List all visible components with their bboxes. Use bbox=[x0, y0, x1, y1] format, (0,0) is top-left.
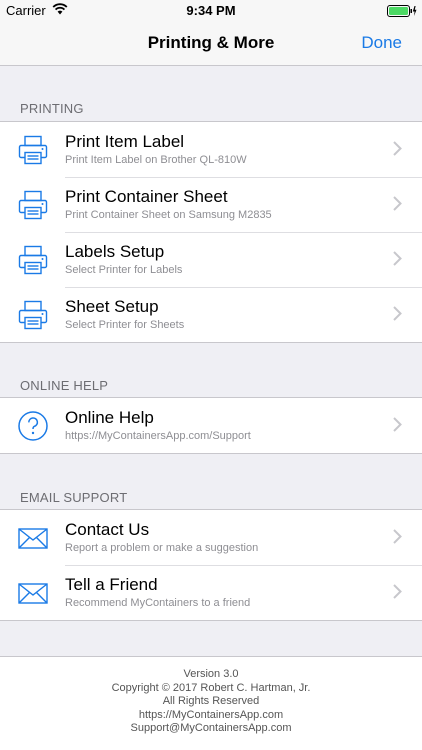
row-subtitle: Recommend MyContainers to a friend bbox=[65, 597, 251, 609]
printer-icon bbox=[17, 244, 49, 276]
footer: Version 3.0 Copyright © 2017 Robert C. H… bbox=[0, 656, 422, 750]
chevron-right-icon bbox=[393, 529, 402, 544]
email-support-group: Contact Us Report a problem or make a su… bbox=[0, 509, 422, 621]
row-subtitle: Print Container Sheet on Samsung M2835 bbox=[65, 209, 272, 221]
chevron-right-icon bbox=[393, 417, 402, 432]
chevron-right-icon bbox=[393, 141, 402, 156]
sheet-setup-row[interactable]: Sheet Setup Select Printer for Sheets bbox=[0, 287, 422, 342]
row-title: Labels Setup bbox=[65, 242, 165, 261]
row-subtitle: Report a problem or make a suggestion bbox=[65, 542, 259, 554]
section-header-printing: PRINTING bbox=[20, 101, 84, 116]
website-link[interactable]: https://MyContainersApp.com bbox=[0, 709, 422, 723]
contact-us-row[interactable]: Contact Us Report a problem or make a su… bbox=[0, 510, 422, 565]
version-label: Version 3.0 bbox=[183, 668, 239, 680]
support-email-link[interactable]: Support@MyContainersApp.com bbox=[0, 722, 422, 736]
help-icon bbox=[17, 410, 49, 442]
rights-label: All Rights Reserved bbox=[162, 695, 260, 707]
row-title: Sheet Setup bbox=[65, 297, 159, 316]
chevron-right-icon bbox=[393, 584, 402, 599]
printer-icon bbox=[17, 189, 49, 221]
online-help-row[interactable]: Online Help https://MyContainersApp.com/… bbox=[0, 398, 422, 453]
row-title: Print Container Sheet bbox=[65, 187, 228, 206]
row-subtitle: Print Item Label on Brother QL-810W bbox=[65, 154, 247, 166]
online-help-group: Online Help https://MyContainersApp.com/… bbox=[0, 397, 422, 454]
navigation-bar: Printing & More Done bbox=[0, 22, 422, 66]
section-header-email-support: EMAIL SUPPORT bbox=[20, 490, 128, 505]
row-subtitle: Select Printer for Sheets bbox=[65, 319, 185, 331]
row-title: Tell a Friend bbox=[65, 575, 158, 594]
envelope-icon bbox=[17, 577, 49, 609]
section-header-online-help: ONLINE HELP bbox=[20, 378, 109, 393]
status-bar: Carrier 9:34 PM bbox=[0, 0, 422, 22]
tell-a-friend-row[interactable]: Tell a Friend Recommend MyContainers to … bbox=[0, 565, 422, 620]
battery-icon bbox=[387, 5, 417, 17]
chevron-right-icon bbox=[393, 306, 402, 321]
printer-icon bbox=[17, 134, 49, 166]
print-item-label-row[interactable]: Print Item Label Print Item Label on Bro… bbox=[0, 122, 422, 177]
printer-icon bbox=[17, 299, 49, 331]
done-button[interactable]: Done bbox=[361, 33, 402, 53]
row-subtitle: Select Printer for Labels bbox=[65, 264, 183, 276]
labels-setup-row[interactable]: Labels Setup Select Printer for Labels bbox=[0, 232, 422, 287]
row-title: Print Item Label bbox=[65, 132, 185, 151]
chevron-right-icon bbox=[393, 196, 402, 211]
chevron-right-icon bbox=[393, 251, 402, 266]
envelope-icon bbox=[17, 522, 49, 554]
row-subtitle: https://MyContainersApp.com/Support bbox=[65, 430, 251, 442]
printing-group: Print Item Label Print Item Label on Bro… bbox=[0, 121, 422, 343]
clock: 9:34 PM bbox=[186, 3, 236, 18]
page-title: Printing & More bbox=[147, 33, 275, 52]
copyright-label: Copyright © 2017 Robert C. Hartman, Jr. bbox=[111, 681, 311, 694]
row-title: Online Help bbox=[65, 408, 154, 427]
print-container-sheet-row[interactable]: Print Container Sheet Print Container Sh… bbox=[0, 177, 422, 232]
row-title: Contact Us bbox=[65, 520, 150, 539]
